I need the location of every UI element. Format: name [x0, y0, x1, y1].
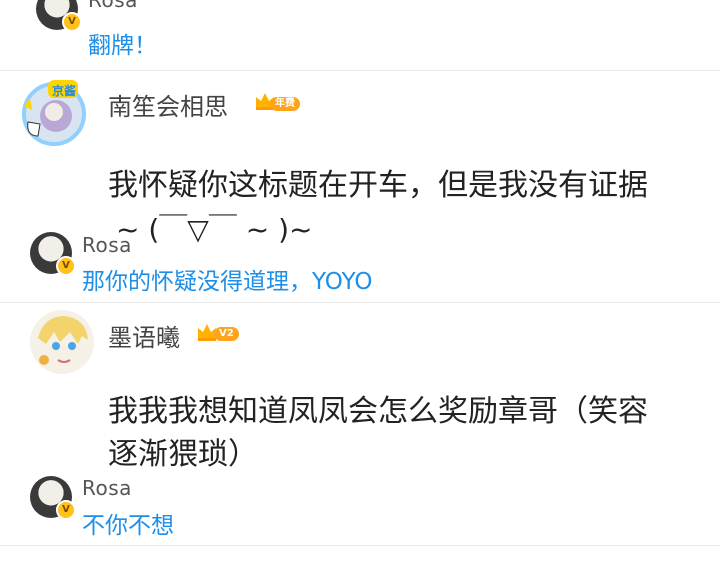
comment-text-line-2: ~ (￣▽￣ ~ )~ [116, 213, 313, 246]
v-badge-icon: V [56, 500, 76, 520]
comment-author-name[interactable]: 墨语曦 [108, 318, 180, 353]
divider [0, 70, 720, 71]
reply-avatar-rosa-1[interactable]: V [36, 0, 82, 32]
user-avatar-moyuxi[interactable] [30, 310, 94, 374]
annual-badge: 年费 [270, 97, 300, 111]
reply-avatar-rosa-3[interactable]: V [30, 476, 76, 520]
divider [0, 302, 720, 303]
comment-text-line-1: 我我我想知道凤凤会怎么奖励章哥（笑容 [108, 394, 648, 429]
avatar-frame-badge-text: 京酱 [52, 84, 77, 98]
user-avatar-nansheng[interactable]: 京酱 [22, 80, 86, 146]
reply-text: 那你的怀疑没得道理，YOYO [82, 269, 373, 295]
vip-level-badge: V2 [214, 327, 239, 341]
avatar-image [30, 310, 94, 374]
divider [0, 545, 720, 546]
reply-text: 不你不想 [82, 513, 174, 539]
comment-author-name[interactable]: 南笙会相思 [108, 87, 228, 122]
v-badge-icon: V [56, 256, 76, 276]
reply-author-name[interactable]: Rosa [82, 233, 132, 257]
reply-text: 翻牌！ [88, 33, 157, 59]
v-badge-icon: V [62, 12, 82, 32]
reply-author-name[interactable]: Rosa [88, 0, 138, 12]
comment-text-line-2: 逐渐猥琐） [108, 437, 258, 472]
reply-author-name[interactable]: Rosa [82, 476, 132, 500]
reply-avatar-rosa-2[interactable]: V [30, 232, 76, 276]
comment-text-line-1: 我怀疑你这标题在开车，但是我没有证据 [108, 168, 648, 203]
